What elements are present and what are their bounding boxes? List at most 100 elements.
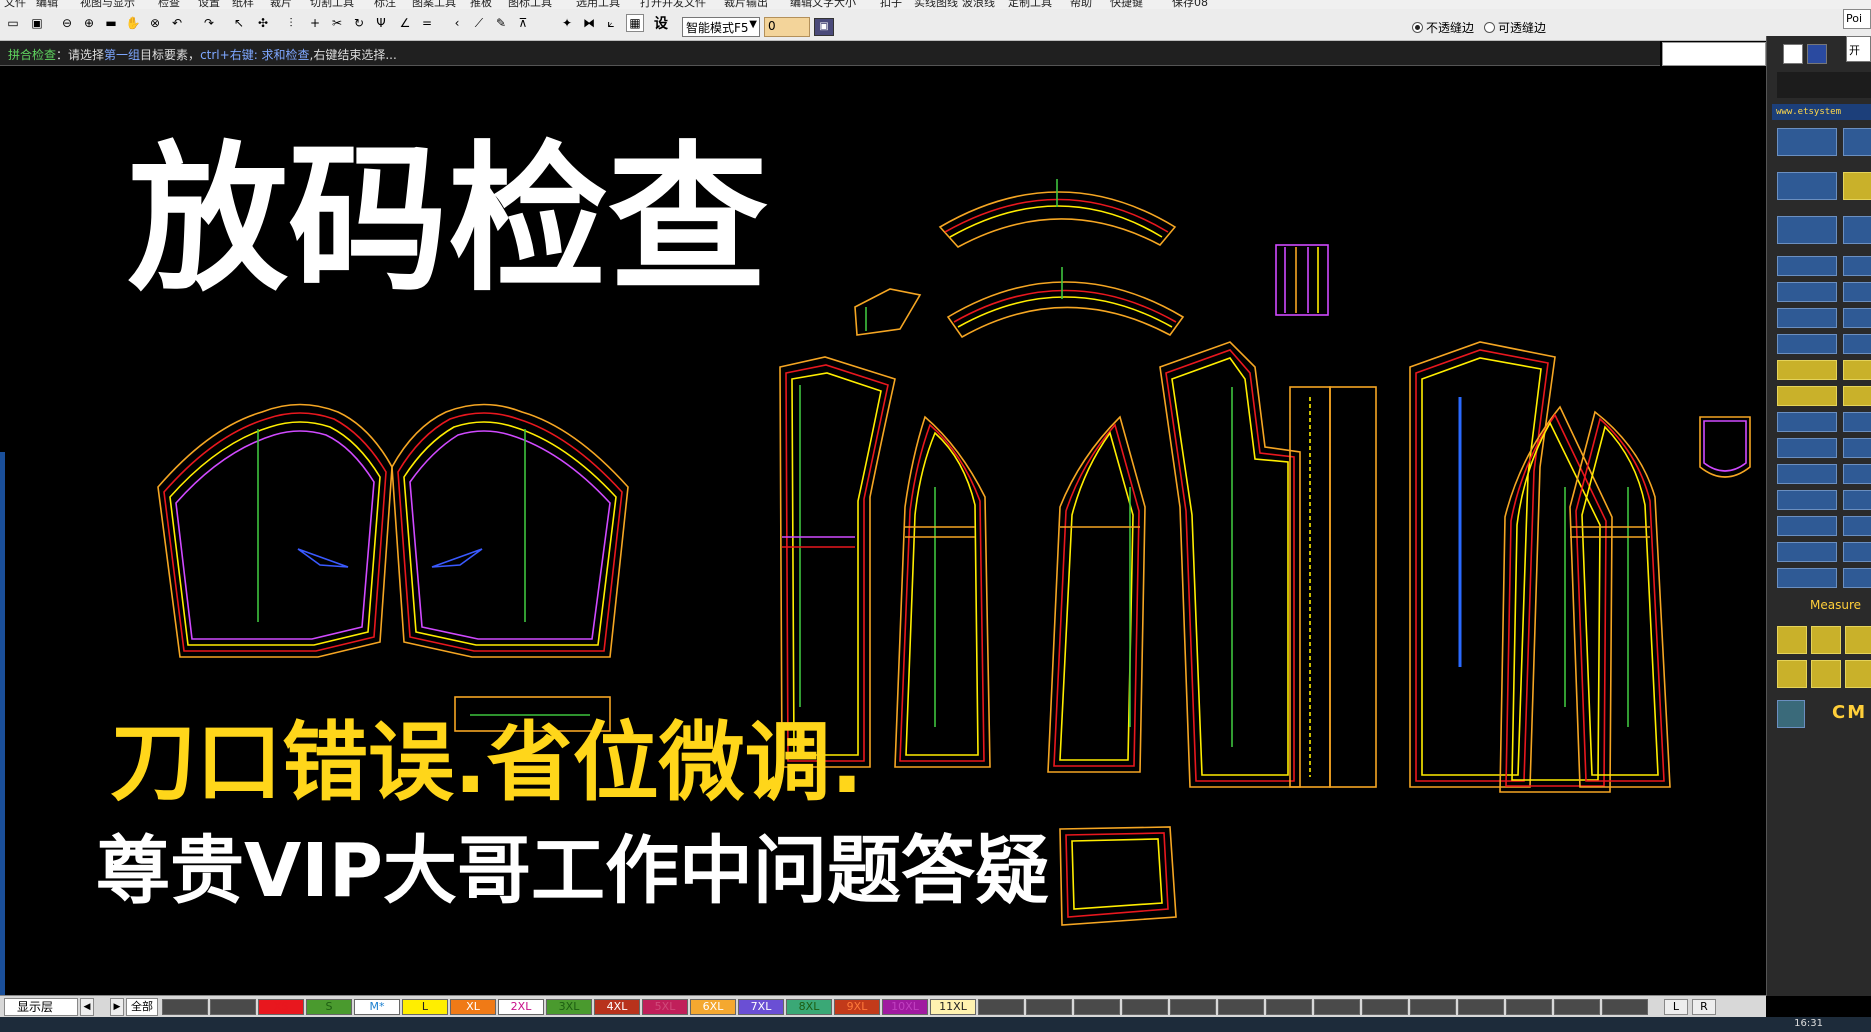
empty-size-slot[interactable] — [1314, 999, 1360, 1015]
size-tab-5xl[interactable]: 5XL — [642, 999, 688, 1015]
menu-item[interactable]: 选用工具 — [576, 0, 620, 9]
tool-yellow-2b[interactable] — [1843, 360, 1871, 380]
tool-point-3b[interactable] — [1843, 464, 1871, 484]
pen-icon[interactable]: ✎ — [492, 14, 510, 32]
menu-item[interactable]: 编辑文字大小 — [790, 0, 856, 9]
sleeve-piece-right[interactable] — [391, 403, 629, 658]
zoom-window-icon[interactable]: ⊗ — [146, 14, 164, 32]
tool-point-5b[interactable] — [1843, 516, 1871, 536]
trident-icon[interactable]: Ψ — [372, 14, 390, 32]
front-panel-2[interactable] — [894, 415, 991, 768]
apply-button[interactable]: ▣ — [814, 18, 834, 36]
tool-measure-5[interactable] — [1811, 660, 1841, 688]
tool-table-button[interactable] — [1777, 172, 1837, 200]
tool-yellow-2[interactable] — [1777, 360, 1837, 380]
tool-point-6b[interactable] — [1843, 542, 1871, 562]
left-button[interactable]: L — [1664, 999, 1688, 1015]
settings-button[interactable]: 设 — [652, 14, 670, 32]
menu-item[interactable]: 检查 — [158, 0, 180, 9]
menu-item[interactable]: 视图与显示 — [80, 0, 135, 9]
prev-arrow-icon[interactable]: ◀ — [80, 998, 94, 1016]
menu-item[interactable]: 图案工具 — [412, 0, 456, 9]
tool-point-1[interactable] — [1777, 412, 1837, 432]
radio-no-seam[interactable]: 不透缝边 — [1412, 19, 1474, 36]
menu-item[interactable]: 编辑 — [36, 0, 58, 9]
tool-curve-2[interactable] — [1777, 282, 1837, 302]
right-button[interactable]: R — [1692, 999, 1716, 1015]
tool-curve-4b[interactable] — [1843, 334, 1871, 354]
empty-size-slot[interactable] — [1410, 999, 1456, 1015]
angle-icon[interactable]: ∠ — [396, 14, 414, 32]
empty-size-slot[interactable] — [1170, 999, 1216, 1015]
cross-icon[interactable]: + — [306, 14, 324, 32]
flag-icon[interactable] — [1807, 44, 1827, 64]
menu-item[interactable]: 标注 — [374, 0, 396, 9]
rotate-icon[interactable]: ↻ — [350, 14, 368, 32]
tool-point-3[interactable] — [1777, 464, 1837, 484]
color-palette-icon[interactable] — [536, 14, 554, 32]
tool-rect-button[interactable] — [1777, 128, 1837, 156]
unit-cm-label[interactable]: CM — [1832, 702, 1867, 723]
grid-icon[interactable]: ▦ — [626, 14, 644, 32]
open-icon[interactable]: ▭ — [4, 14, 22, 32]
size-tab-s[interactable]: S — [306, 999, 352, 1015]
select-icon[interactable]: ↖ — [230, 14, 248, 32]
tool-measure-3[interactable] — [1845, 626, 1871, 654]
menu-item[interactable]: 打开并发文件 — [640, 0, 706, 9]
all-sizes-button[interactable]: 全部 — [126, 998, 158, 1016]
empty-size-slot[interactable] — [1074, 999, 1120, 1015]
collar-piece-bottom[interactable] — [946, 267, 1185, 339]
tool-point-1b[interactable] — [1843, 412, 1871, 432]
tool-measure-4[interactable] — [1777, 660, 1807, 688]
side-panel[interactable] — [1047, 415, 1146, 773]
parallel-icon[interactable]: ⫶ — [282, 14, 300, 32]
empty-size-slot[interactable] — [1026, 999, 1072, 1015]
pocket-piece-bottom[interactable] — [1059, 826, 1177, 926]
small-collar-piece[interactable] — [854, 288, 922, 336]
ruler-icon[interactable]: ⟋ — [470, 14, 488, 32]
menu-item[interactable]: 定制工具 — [1008, 0, 1052, 9]
tool-teal-button[interactable] — [1777, 700, 1805, 728]
tool-measure-1[interactable] — [1777, 626, 1807, 654]
size-tab-xl[interactable]: XL — [450, 999, 496, 1015]
empty-size-slot[interactable] — [1218, 999, 1264, 1015]
open-button[interactable]: 开 — [1846, 36, 1871, 62]
empty-size-slot[interactable] — [210, 999, 256, 1015]
menu-item[interactable]: 快捷键 — [1110, 0, 1143, 9]
tool-curve-3b[interactable] — [1843, 308, 1871, 328]
pan-hand-icon[interactable]: ✋ — [124, 14, 142, 32]
empty-size-slot[interactable] — [1506, 999, 1552, 1015]
menu-item[interactable]: 裁片输出 — [724, 0, 768, 9]
size-tab-m[interactable]: M* — [354, 999, 400, 1015]
star-icon[interactable]: ✦ — [558, 14, 576, 32]
empty-size-slot[interactable] — [978, 999, 1024, 1015]
empty-size-slot[interactable] — [162, 999, 208, 1015]
size-tab-10xl[interactable]: 10XL — [882, 999, 928, 1015]
mode-select[interactable]: 智能模式F5 ▼ — [682, 17, 760, 37]
mirror-icon[interactable]: ⧓ — [580, 14, 598, 32]
undo-icon[interactable]: ↶ — [168, 14, 186, 32]
tool-point-7b[interactable] — [1843, 568, 1871, 588]
tool-yellow-button[interactable] — [1843, 172, 1871, 200]
zoom-out-icon[interactable]: ⊖ — [58, 14, 76, 32]
command-input[interactable] — [1662, 42, 1766, 66]
pocket-piece-right[interactable] — [1699, 416, 1751, 478]
menu-item[interactable]: 纸样 — [232, 0, 254, 9]
zoom-in-icon[interactable]: ⊕ — [80, 14, 98, 32]
size-tab-11xl[interactable]: 11XL — [930, 999, 976, 1015]
empty-size-slot[interactable] — [1458, 999, 1504, 1015]
tool-measure-2[interactable] — [1811, 626, 1841, 654]
next-arrow-icon[interactable]: ▶ — [110, 998, 124, 1016]
size-tab-xs[interactable]: XS — [258, 999, 304, 1015]
collar-piece-top[interactable] — [938, 179, 1177, 249]
tool-curve-3[interactable] — [1777, 308, 1837, 328]
menu-item[interactable]: 扣子 — [880, 0, 902, 9]
back-panel[interactable] — [1159, 341, 1301, 788]
tool-yellow-3b[interactable] — [1843, 386, 1871, 406]
tool-curve-2b[interactable] — [1843, 282, 1871, 302]
empty-size-slot[interactable] — [1602, 999, 1648, 1015]
menu-item[interactable]: 帮助 — [1070, 0, 1092, 9]
menu-item[interactable]: 波浪线 — [962, 0, 995, 9]
size-tab-3xl[interactable]: 3XL — [546, 999, 592, 1015]
empty-size-slot[interactable] — [1554, 999, 1600, 1015]
